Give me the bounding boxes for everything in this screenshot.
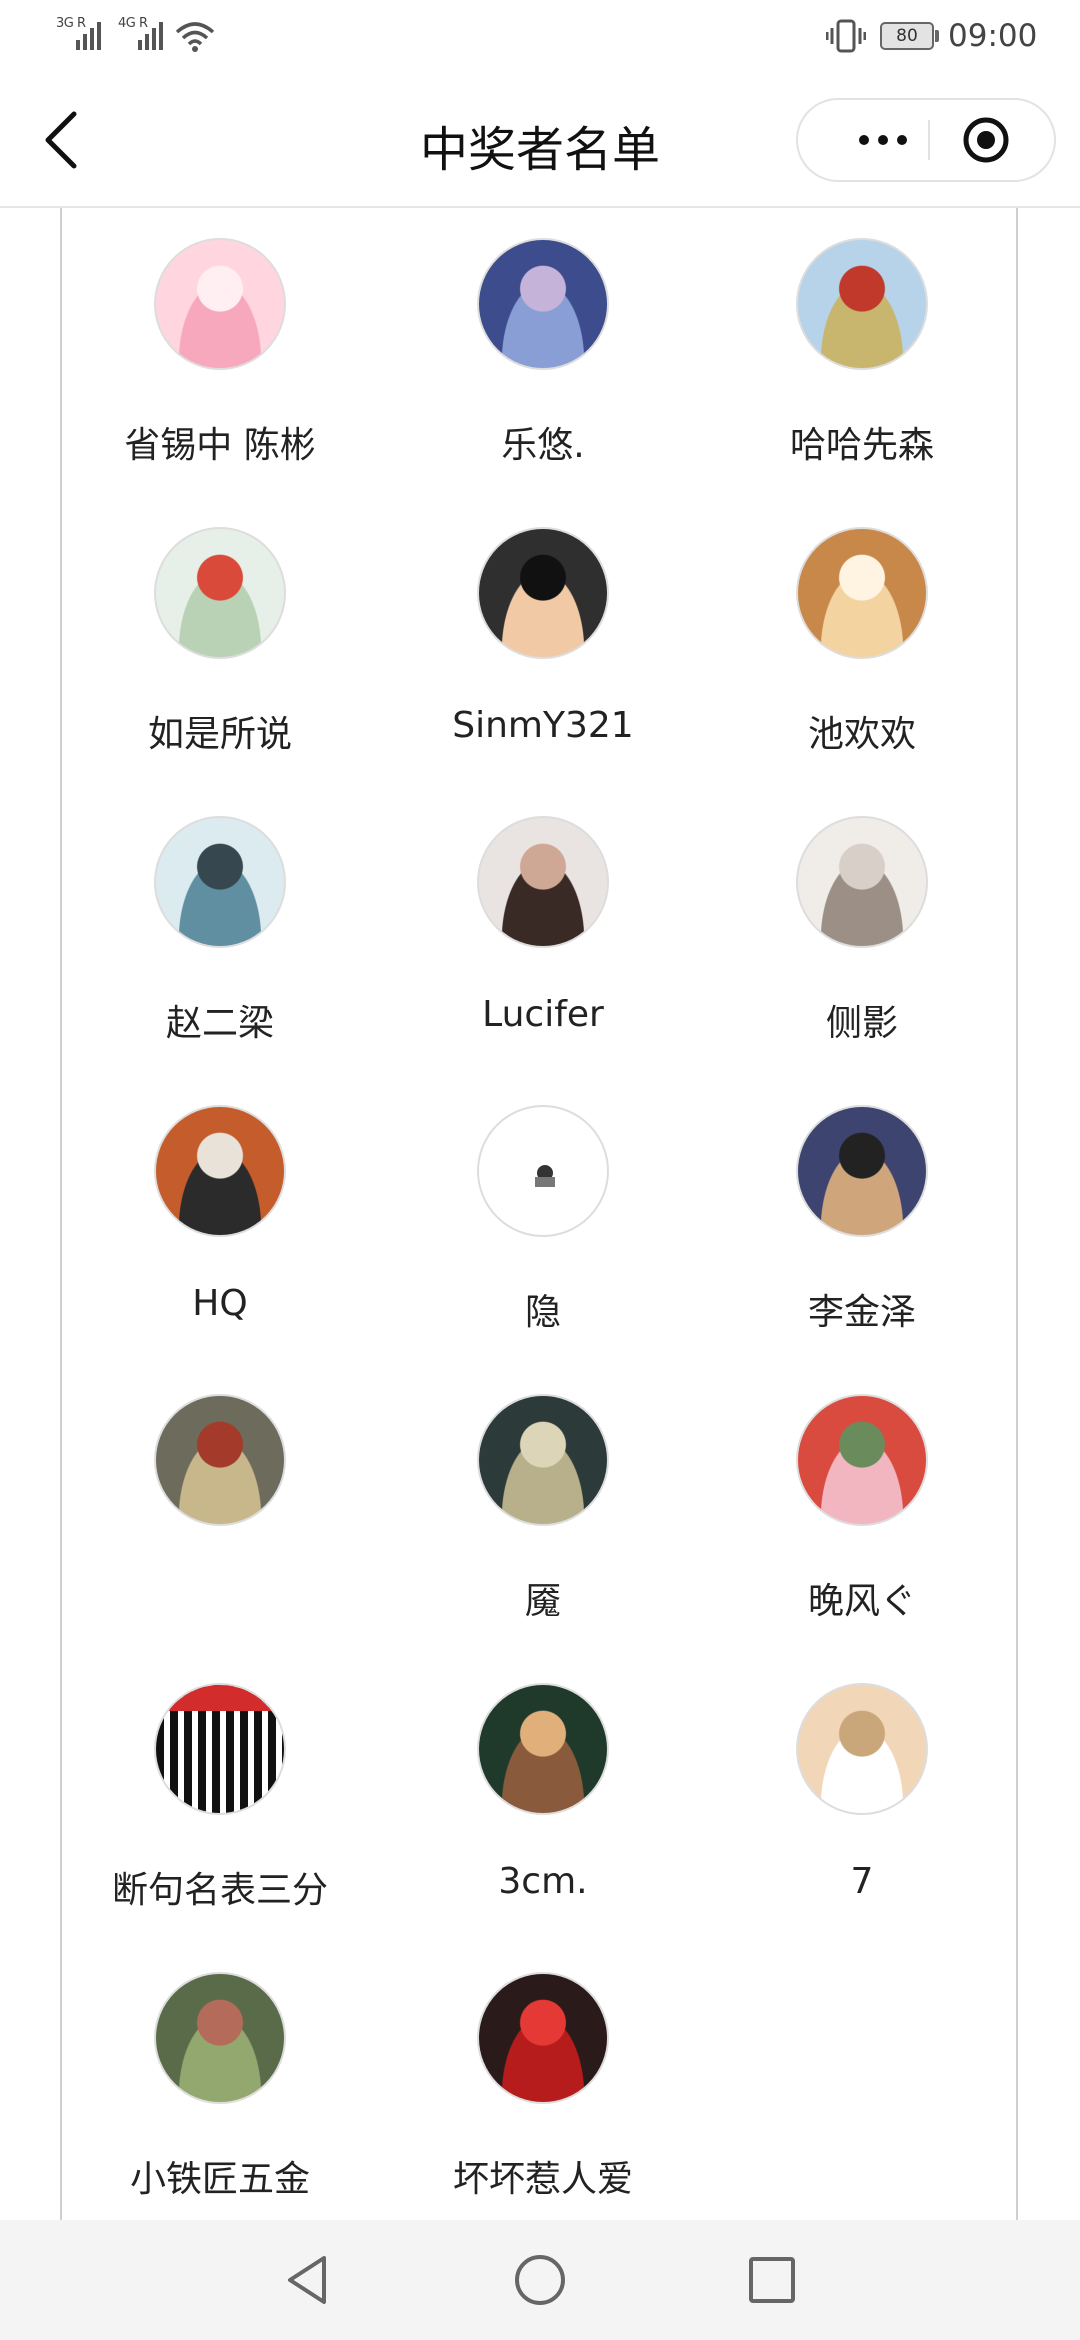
woman-with-cat-ears-avatar — [477, 816, 609, 948]
winner-item: 池欢欢 — [712, 497, 1012, 785]
winner-name: 李金泽 — [807, 1292, 916, 1333]
winner-name: 哈哈先森 — [789, 425, 934, 466]
winner-name: 乐悠. — [501, 425, 585, 466]
winner-item — [70, 1364, 370, 1652]
small-figure-avatar — [477, 1105, 609, 1237]
anime-character-avatar — [154, 1105, 286, 1237]
winner-item: 魇 — [393, 1364, 693, 1652]
laughing-child-avatar — [796, 1105, 928, 1237]
crowned-kid-avatar — [477, 1683, 609, 1815]
superman-logo-avatar — [477, 1972, 609, 2104]
nav-home-icon[interactable] — [510, 2250, 570, 2310]
winner-name: 池欢欢 — [807, 714, 916, 755]
winner-name: 侧影 — [825, 1003, 898, 1044]
winner-name: 3cm. — [498, 1861, 588, 1902]
card-left-border — [60, 208, 62, 2220]
garden-house-avatar — [154, 1972, 286, 2104]
sim1-signal-icon: 3G R — [56, 16, 101, 50]
battery-icon: 80 — [880, 22, 934, 50]
smiling-dog-avatar — [796, 527, 928, 659]
winner-item: 哈哈先森 — [712, 208, 1012, 496]
winner-name: 晚风ぐ — [807, 1581, 916, 1622]
winner-name: 小铁匠五金 — [129, 2159, 310, 2200]
winner-item: 乐悠. — [393, 208, 693, 496]
winner-name: 断句名表三分 — [111, 1870, 328, 1911]
nav-recents-icon[interactable] — [742, 2250, 802, 2310]
sim2-label: 4G R — [118, 16, 148, 31]
pink-pig-avatar — [154, 238, 286, 370]
qr-code-poster-avatar — [154, 1683, 286, 1815]
winner-item: 李金泽 — [712, 1075, 1012, 1363]
winner-name: 省锡中 陈彬 — [124, 425, 316, 466]
battery-level: 80 — [896, 26, 918, 46]
winner-item: 晚风ぐ — [712, 1364, 1012, 1652]
winner-name: 如是所说 — [147, 714, 292, 755]
cartoon-man-with-glasses-avatar — [477, 527, 609, 659]
winner-item: 7 — [712, 1653, 1012, 1941]
status-time: 09:00 — [948, 18, 1038, 54]
winner-name: 赵二梁 — [165, 1003, 274, 1044]
winner-item: 断句名表三分 — [70, 1653, 370, 1941]
hanging-chain-art-avatar — [154, 816, 286, 948]
winner-item: 小铁匠五金 — [70, 1942, 370, 2220]
winner-item: 坏坏惹人爱 — [393, 1942, 693, 2220]
card-right-border — [1016, 208, 1018, 2220]
girl-with-balloons-avatar — [796, 238, 928, 370]
more-options-button[interactable] — [838, 100, 928, 180]
mini-program-capsule — [796, 98, 1056, 182]
winner-item: Lucifer — [393, 786, 693, 1074]
winner-name: 隐 — [524, 1292, 561, 1333]
cat-avatar — [796, 816, 928, 948]
winner-item: SinmY321 — [393, 497, 693, 785]
vibrate-icon — [826, 19, 866, 53]
winner-name: HQ — [192, 1283, 248, 1324]
girl-on-fence-avatar — [796, 1394, 928, 1526]
winner-name: 7 — [850, 1861, 874, 1902]
chalk-text-avatar — [477, 1394, 609, 1526]
battery-tip — [935, 30, 939, 42]
winner-item: 隐 — [393, 1075, 693, 1363]
red-dress-couple-avatar — [154, 1394, 286, 1526]
nav-back-icon[interactable] — [278, 2250, 338, 2310]
baby-avatar — [154, 527, 286, 659]
system-nav-bar — [0, 2220, 1080, 2340]
status-bar: 3G R 4G R 80 09:00 — [0, 0, 1080, 72]
winner-item: 侧影 — [712, 786, 1012, 1074]
winner-name: 魇 — [524, 1581, 561, 1622]
winner-name: SinmY321 — [452, 705, 634, 746]
sim2-signal-icon: 4G R — [118, 16, 163, 50]
boy-on-rock-avatar — [477, 238, 609, 370]
close-mini-program-icon[interactable] — [962, 116, 1010, 164]
winner-item: 3cm. — [393, 1653, 693, 1941]
winner-name: 坏坏惹人爱 — [452, 2159, 633, 2200]
winner-list: 省锡中 陈彬 乐悠. 哈哈先森如是所说 SinmY321 池欢欢赵二梁 Lucifer 侧影… — [0, 208, 1080, 2220]
winner-item: 赵二梁 — [70, 786, 370, 1074]
winner-item: 如是所说 — [70, 497, 370, 785]
astronaut-with-flowers-avatar — [796, 1683, 928, 1815]
wifi-icon — [175, 22, 215, 52]
winner-item: HQ — [70, 1075, 370, 1363]
winner-item: 省锡中 陈彬 — [70, 208, 370, 496]
winner-name: Lucifer — [482, 994, 604, 1035]
sim1-label: 3G R — [56, 16, 86, 31]
nav-bar: 中奖者名单 — [0, 72, 1080, 208]
capsule-divider — [928, 120, 930, 160]
